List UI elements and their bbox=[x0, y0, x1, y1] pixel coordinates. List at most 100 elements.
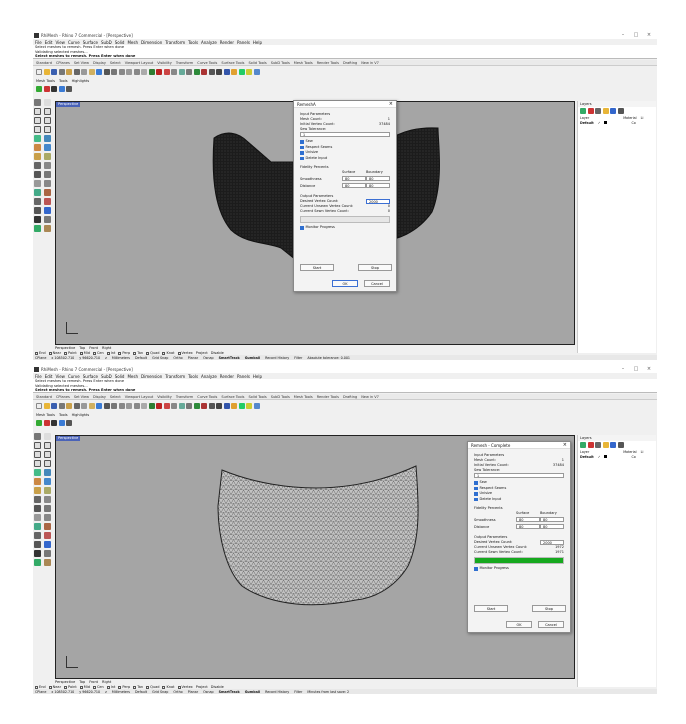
status-planar[interactable]: Planar bbox=[188, 356, 198, 360]
select-icon[interactable] bbox=[163, 402, 170, 409]
tab-curve-tools[interactable]: Curve Tools bbox=[197, 395, 217, 399]
curve-icon[interactable] bbox=[44, 108, 51, 115]
shaded-sphere-icon[interactable] bbox=[216, 402, 222, 409]
tab-transform[interactable]: Transform bbox=[176, 395, 193, 399]
tab-render-tools[interactable]: Render Tools bbox=[317, 61, 339, 65]
status-filter[interactable]: Filter bbox=[294, 690, 302, 694]
select-arrow-icon[interactable] bbox=[34, 433, 41, 440]
properties-icon[interactable] bbox=[66, 402, 72, 409]
rendered-sphere-icon[interactable] bbox=[223, 402, 230, 409]
menu-view[interactable]: View bbox=[55, 374, 65, 379]
point-icon[interactable] bbox=[44, 433, 51, 440]
car-icon[interactable] bbox=[156, 402, 162, 409]
viewport-layout-icon[interactable] bbox=[148, 68, 155, 75]
layer-row-default[interactable]: Default ✓ Co bbox=[578, 120, 656, 125]
menu-surface[interactable]: Surface bbox=[83, 40, 98, 45]
quadremesh-icon[interactable] bbox=[43, 419, 50, 426]
menu-file[interactable]: File bbox=[35, 374, 42, 379]
fillet-icon[interactable] bbox=[44, 505, 51, 512]
explode-icon[interactable] bbox=[44, 162, 51, 169]
paste-icon[interactable] bbox=[88, 68, 95, 75]
history-icon[interactable] bbox=[44, 225, 51, 232]
status-grid-snap[interactable]: Grid Snap bbox=[152, 356, 168, 360]
materials-icon[interactable] bbox=[238, 402, 245, 409]
offset-icon[interactable] bbox=[34, 171, 41, 178]
zoom-icon[interactable] bbox=[118, 402, 125, 409]
viewport-layout-icon[interactable] bbox=[148, 402, 155, 409]
menu-render[interactable]: Render bbox=[220, 374, 234, 379]
status-ortho[interactable]: Ortho bbox=[173, 690, 182, 694]
highlight-icon[interactable] bbox=[246, 402, 252, 409]
rectangle-icon[interactable] bbox=[34, 460, 41, 467]
reduce-mesh-icon[interactable] bbox=[58, 85, 65, 92]
menu-curve[interactable]: Curve bbox=[68, 374, 80, 379]
vp-tab-top[interactable]: Top bbox=[79, 346, 85, 350]
menu-help[interactable]: Help bbox=[253, 374, 262, 379]
layer-up-icon[interactable] bbox=[595, 108, 601, 114]
wireframe-sphere-icon[interactable] bbox=[208, 402, 215, 409]
pan-icon[interactable] bbox=[103, 402, 110, 409]
menu-mesh[interactable]: Mesh bbox=[127, 374, 138, 379]
tab-new-in-v7[interactable]: New in V7 bbox=[361, 61, 379, 65]
tab-select[interactable]: Select bbox=[110, 61, 121, 65]
curve-icon[interactable] bbox=[44, 442, 51, 449]
open-folder-icon[interactable] bbox=[43, 68, 50, 75]
vp-tab-front[interactable]: Front bbox=[89, 346, 98, 350]
status-filter[interactable]: Filter bbox=[294, 356, 302, 360]
rectangle-icon[interactable] bbox=[34, 126, 41, 133]
menu-edit[interactable]: Edit bbox=[45, 40, 53, 45]
new-file-icon[interactable] bbox=[36, 402, 42, 409]
dialog-close-icon[interactable]: × bbox=[563, 442, 567, 449]
filter-icon[interactable] bbox=[610, 442, 616, 448]
polyline-icon[interactable] bbox=[34, 442, 41, 449]
fillet-icon[interactable] bbox=[44, 171, 51, 178]
cut-icon[interactable] bbox=[73, 68, 80, 75]
menu-analyze[interactable]: Analyze bbox=[201, 40, 217, 45]
print-icon[interactable] bbox=[58, 68, 65, 75]
maximize-icon[interactable]: □ bbox=[631, 366, 641, 373]
tab-solid-tools[interactable]: Solid Tools bbox=[248, 395, 266, 399]
tab-set-view[interactable]: Set View bbox=[74, 395, 89, 399]
copy-tool-icon[interactable] bbox=[44, 514, 51, 521]
tab-visibility[interactable]: Visibility bbox=[157, 395, 172, 399]
menu-solid[interactable]: Solid bbox=[115, 40, 125, 45]
menu-file[interactable]: File bbox=[35, 40, 42, 45]
tab-transform[interactable]: Transform bbox=[176, 61, 193, 65]
undo-icon[interactable] bbox=[96, 68, 102, 75]
mirror-icon[interactable] bbox=[34, 198, 41, 205]
tab-subd-tools[interactable]: SubD Tools bbox=[271, 61, 290, 65]
text-icon[interactable] bbox=[44, 541, 51, 548]
tab-viewport-layout[interactable]: Viewport Layout bbox=[125, 395, 154, 399]
filter-icon[interactable] bbox=[610, 108, 616, 114]
zoom-extents-icon[interactable] bbox=[133, 68, 140, 75]
zoom-window-icon[interactable] bbox=[126, 68, 132, 75]
ok-button[interactable]: OK bbox=[506, 621, 532, 628]
close-icon[interactable]: × bbox=[644, 32, 654, 39]
delete-layer-icon[interactable] bbox=[587, 442, 594, 448]
dimension-icon[interactable] bbox=[34, 541, 41, 548]
tab-drafting[interactable]: Drafting bbox=[343, 61, 357, 65]
block-icon[interactable] bbox=[34, 550, 41, 557]
block-icon[interactable] bbox=[34, 216, 41, 223]
analyze-icon[interactable] bbox=[44, 550, 51, 557]
menu-subd[interactable]: SubD bbox=[101, 40, 112, 45]
menu-analyze[interactable]: Analyze bbox=[201, 374, 217, 379]
analyze-icon[interactable] bbox=[44, 216, 51, 223]
status-layer[interactable]: Default bbox=[135, 690, 147, 694]
rendered-sphere-icon[interactable] bbox=[223, 68, 230, 75]
mirror-icon[interactable] bbox=[34, 532, 41, 539]
surface-icon[interactable] bbox=[34, 135, 41, 142]
menu-solid[interactable]: Solid bbox=[115, 374, 125, 379]
status-grid-snap[interactable]: Grid Snap bbox=[152, 690, 168, 694]
status-record-history[interactable]: Record History bbox=[265, 356, 289, 360]
tab-select[interactable]: Select bbox=[110, 395, 121, 399]
lightbulb-icon[interactable] bbox=[201, 402, 207, 409]
layer-icon[interactable] bbox=[193, 68, 200, 75]
status-ortho[interactable]: Ortho bbox=[173, 356, 182, 360]
status-planar[interactable]: Planar bbox=[188, 690, 198, 694]
zoom-window-icon[interactable] bbox=[126, 402, 132, 409]
trim-icon[interactable] bbox=[34, 487, 41, 494]
tab-display[interactable]: Display bbox=[93, 395, 106, 399]
render-icon[interactable] bbox=[231, 68, 237, 75]
distance-boundary-input[interactable]: 80 bbox=[366, 183, 390, 188]
